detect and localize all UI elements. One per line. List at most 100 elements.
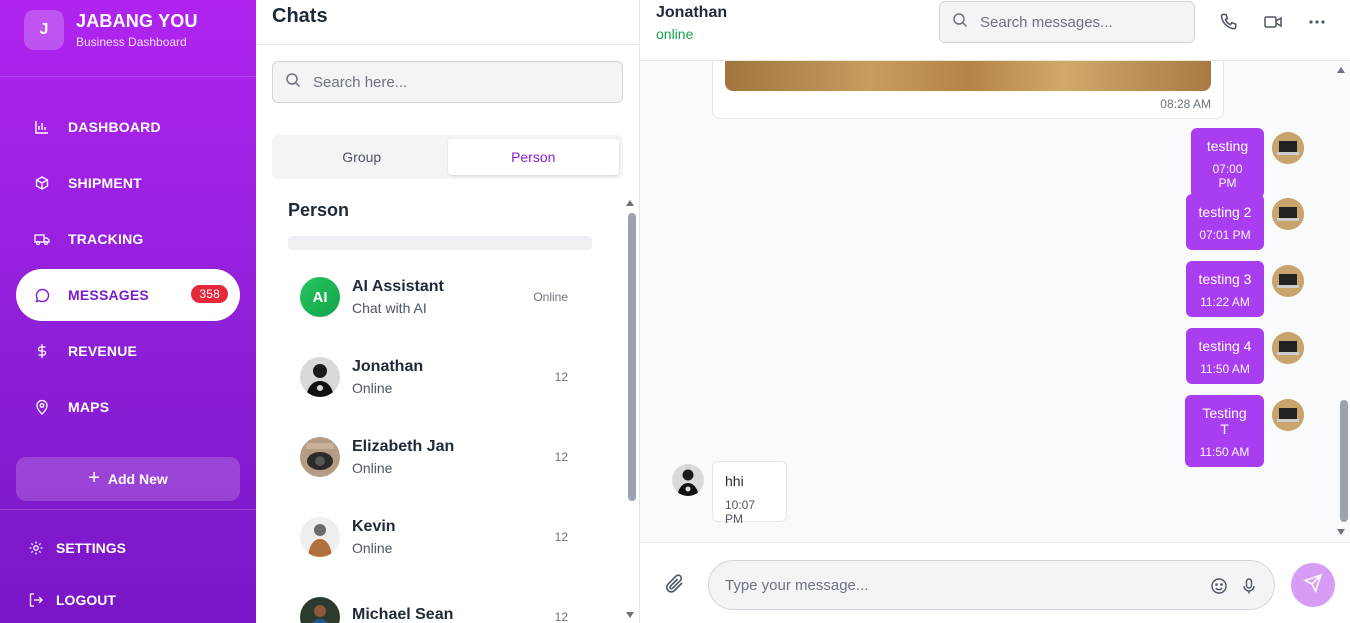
avatar — [1272, 132, 1304, 164]
avatar — [1272, 265, 1304, 297]
app-root: J JABANG YOU Business Dashboard DASHBOAR… — [0, 0, 1350, 623]
chat-list-scrollbar[interactable] — [628, 213, 636, 501]
contact-name: Kevin — [352, 518, 396, 535]
image-message[interactable]: 08:28 AM — [712, 61, 1224, 119]
avatar: AI — [300, 277, 340, 317]
sidebar-divider — [0, 76, 256, 77]
contact-item[interactable]: Michael Sean 12 — [288, 582, 584, 623]
add-new-button[interactable]: + Add New — [16, 457, 240, 501]
truck-icon — [34, 231, 50, 247]
message-icon — [34, 287, 50, 303]
scroll-up-arrow[interactable] — [1337, 67, 1345, 73]
scroll-up-arrow[interactable] — [626, 200, 634, 206]
message-time: 07:00 PM — [1212, 162, 1243, 190]
message-time: 10:07 PM — [725, 498, 756, 526]
phone-icon[interactable] — [1219, 12, 1239, 32]
nav-item-dashboard[interactable]: DASHBOARD — [16, 101, 240, 153]
message-time: 08:28 AM — [1160, 97, 1211, 111]
nav-label: DASHBOARD — [68, 119, 161, 135]
avatar — [1272, 399, 1304, 431]
chat-list-divider — [256, 44, 639, 45]
message-list: 08:28 AM testing 07:00 PM testing 2 07:0… — [640, 61, 1350, 542]
tab-group[interactable]: Group — [276, 139, 448, 175]
contact-item[interactable]: Jonathan Online 12 — [288, 342, 584, 412]
nav-label: REVENUE — [68, 343, 138, 359]
nav-label: TRACKING — [68, 231, 144, 247]
contact-name: AI Assistant — [352, 278, 444, 295]
brand-subtitle: Business Dashboard — [76, 35, 187, 49]
message-time: 07:01 PM — [1199, 228, 1251, 242]
chats-title: Chats — [272, 5, 328, 27]
emoji-icon[interactable] — [1210, 577, 1228, 595]
message-text: testing 4 — [1198, 338, 1252, 354]
message-composer — [640, 542, 1350, 623]
more-options-icon[interactable] — [1307, 12, 1327, 32]
contact-meta: Online — [533, 290, 568, 304]
settings-label: SETTINGS — [56, 540, 127, 556]
brand-name: JABANG YOU — [76, 11, 198, 31]
contact-subtitle: Online — [352, 460, 393, 476]
brand-logo: J — [24, 10, 64, 50]
unread-badge: 358 — [191, 285, 228, 303]
compose-field — [708, 560, 1275, 610]
nav-item-shipment[interactable]: SHIPMENT — [16, 157, 240, 209]
message-time: 11:22 AM — [1200, 295, 1250, 309]
incoming-message: hhi 10:07 PM — [712, 461, 787, 526]
conversation-panel: Jonathan online 08:28 AM — [640, 0, 1350, 623]
scroll-down-arrow[interactable] — [626, 612, 634, 618]
avatar — [300, 597, 340, 623]
contact-item[interactable]: Elizabeth Jan Online 12 — [288, 422, 584, 492]
sidebar: J JABANG YOU Business Dashboard DASHBOAR… — [0, 0, 256, 623]
nav-item-tracking[interactable]: TRACKING — [16, 213, 240, 265]
video-call-icon[interactable] — [1263, 12, 1283, 32]
outgoing-message: testing 2 07:01 PM — [1186, 194, 1264, 250]
search-icon — [952, 12, 968, 33]
message-text: Testing T — [1202, 405, 1247, 437]
contact-subtitle: Chat with AI — [352, 300, 427, 316]
avatar — [672, 464, 704, 496]
contact-name: Michael Sean — [352, 606, 454, 623]
tab-person[interactable]: Person — [447, 139, 619, 175]
avatar — [300, 437, 340, 477]
peer-status: online — [656, 26, 694, 42]
contact-meta: 12 — [554, 530, 568, 544]
nav-item-maps[interactable]: MAPS — [16, 381, 240, 433]
message-text: testing 2 — [1198, 204, 1252, 220]
nav-label: SHIPMENT — [68, 175, 142, 191]
contact-item[interactable]: AI AI Assistant Chat with AI Online — [288, 262, 584, 332]
section-label: Person — [288, 200, 350, 220]
message-search — [939, 1, 1195, 43]
contact-name: Elizabeth Jan — [352, 438, 455, 455]
contact-item[interactable]: Kevin Online 12 — [288, 502, 584, 572]
settings-link[interactable]: SETTINGS — [28, 540, 126, 556]
logout-link[interactable]: LOGOUT — [28, 592, 116, 608]
scroll-down-arrow[interactable] — [1337, 529, 1345, 535]
nav-label: MAPS — [68, 399, 110, 415]
avatar — [1272, 332, 1304, 364]
message-scrollbar[interactable] — [1340, 400, 1348, 522]
plus-icon: + — [88, 466, 100, 489]
nav-item-messages[interactable]: MESSAGES 358 — [16, 269, 240, 321]
paperclip-icon[interactable] — [664, 573, 686, 595]
bar-chart-icon — [34, 119, 50, 135]
contact-meta: 12 — [554, 450, 568, 464]
microphone-icon[interactable] — [1240, 577, 1258, 595]
nav-label: MESSAGES — [68, 287, 149, 303]
message-search-input[interactable] — [980, 13, 1180, 31]
nav-item-revenue[interactable]: REVENUE — [16, 325, 240, 377]
box-icon — [34, 175, 50, 191]
peer-name: Jonathan — [656, 4, 728, 21]
chat-search-input[interactable] — [313, 73, 593, 91]
brand: J JABANG YOU Business Dashboard — [24, 10, 198, 50]
avatar — [300, 517, 340, 557]
dollar-icon — [34, 343, 50, 359]
message-time: 11:50 AM — [1200, 362, 1250, 376]
attached-image — [725, 61, 1211, 91]
send-button[interactable] — [1291, 563, 1335, 607]
outgoing-message: testing 07:00 PM — [1191, 128, 1264, 198]
map-pin-icon — [34, 399, 50, 415]
chat-search — [272, 61, 623, 103]
loading-skeleton — [288, 236, 592, 250]
message-input[interactable] — [725, 576, 1185, 594]
send-icon — [1302, 573, 1323, 598]
